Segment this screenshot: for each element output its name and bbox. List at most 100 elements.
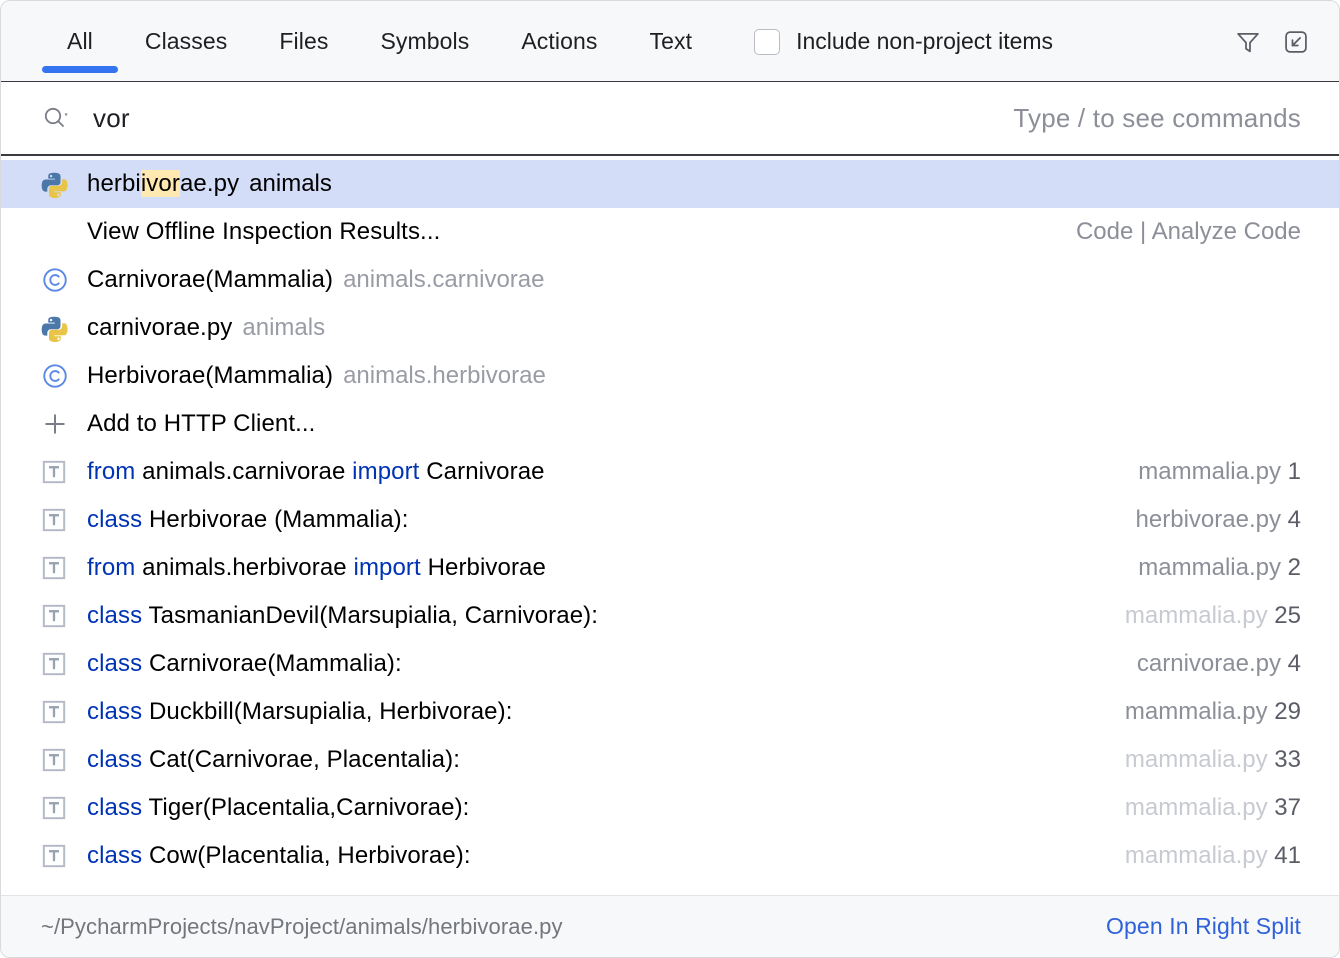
text-segment: Cow(Placentalia, Herbivorae): bbox=[142, 842, 470, 869]
text-segment: Tiger(Placentalia,Carnivorae): bbox=[142, 794, 469, 821]
tab-text[interactable]: Text bbox=[623, 1, 718, 81]
location-file-name: mammalia.py bbox=[1125, 746, 1268, 773]
result-location: mammalia.py 2 bbox=[1108, 554, 1301, 582]
location-line-number: 29 bbox=[1274, 698, 1301, 725]
text-segment: carnivorae.py bbox=[87, 314, 232, 341]
tab-actions[interactable]: Actions bbox=[495, 1, 623, 81]
text-segment: Herbivorae (Mammalia): bbox=[142, 506, 408, 533]
class-icon bbox=[41, 361, 71, 391]
search-commands-hint: Type / to see commands bbox=[1013, 103, 1301, 134]
location-line-number: 4 bbox=[1288, 650, 1301, 677]
location-file-name: carnivorae.py bbox=[1137, 650, 1281, 677]
filter-icon[interactable] bbox=[1233, 27, 1263, 57]
location-line-number: 4 bbox=[1288, 506, 1301, 533]
text-segment: Herbivorae bbox=[421, 554, 546, 581]
location-file-name: mammalia.py bbox=[1125, 698, 1268, 725]
location-line-number: 25 bbox=[1274, 602, 1301, 629]
result-row[interactable]: Carnivorae(Mammalia) animals.carnivorae bbox=[1, 256, 1339, 304]
tab-classes[interactable]: Classes bbox=[119, 1, 254, 81]
search-input[interactable]: vor bbox=[93, 103, 130, 134]
result-row[interactable]: herbiivorae.pyanimals bbox=[1, 160, 1339, 208]
tab-label: Files bbox=[279, 28, 328, 55]
result-row[interactable]: from animals.carnivorae import Carnivora… bbox=[1, 448, 1339, 496]
tab-label: All bbox=[67, 28, 93, 55]
location-line-number: 2 bbox=[1288, 554, 1301, 581]
code-keyword: class bbox=[87, 698, 142, 725]
text-match-icon bbox=[41, 745, 71, 775]
toolbar-icons bbox=[1233, 1, 1321, 82]
text-segment: ae.py bbox=[180, 170, 239, 197]
plus-icon bbox=[41, 409, 71, 439]
code-keyword: from bbox=[87, 458, 135, 485]
location-line-number: 37 bbox=[1274, 794, 1301, 821]
tab-label: Actions bbox=[521, 28, 597, 55]
code-keyword: class bbox=[87, 794, 142, 821]
result-row[interactable]: Add to HTTP Client... bbox=[1, 400, 1339, 448]
text-match-icon bbox=[41, 601, 71, 631]
location-line-number: 33 bbox=[1274, 746, 1301, 773]
tab-list: All Classes Files Symbols Actions Text bbox=[41, 1, 718, 81]
search-bar[interactable]: vor Type / to see commands bbox=[1, 82, 1339, 156]
result-row[interactable]: View Offline Inspection Results... Code |… bbox=[1, 208, 1339, 256]
result-primary-text: Add to HTTP Client... bbox=[87, 410, 315, 438]
tab-all[interactable]: All bbox=[41, 1, 119, 81]
result-row[interactable]: class Herbivorae (Mammalia): herbivorae.p… bbox=[1, 496, 1339, 544]
location-line-number: 41 bbox=[1274, 842, 1301, 869]
text-segment: animals.carnivorae bbox=[135, 458, 352, 485]
result-row[interactable]: class Tiger(Placentalia,Carnivorae): mamm… bbox=[1, 784, 1339, 832]
result-location: Code | Analyze Code bbox=[1046, 218, 1301, 246]
result-row[interactable]: class TasmanianDevil(Marsupialia, Carniv… bbox=[1, 592, 1339, 640]
code-keyword: class bbox=[87, 506, 142, 533]
result-row[interactable]: class Cow(Placentalia, Herbivorae):mamma… bbox=[1, 832, 1339, 880]
text-segment: View Offline Inspection Results... bbox=[87, 218, 440, 245]
class-icon bbox=[41, 265, 71, 295]
open-in-right-split-button[interactable]: Open In Right Split bbox=[1106, 913, 1301, 940]
include-non-project-items-control[interactable]: Include non-project items bbox=[754, 1, 1053, 82]
location-file-name: mammalia.py bbox=[1138, 458, 1281, 485]
result-row[interactable]: class Duckbill(Marsupialia, Herbivorae):… bbox=[1, 688, 1339, 736]
code-keyword: import bbox=[354, 554, 421, 581]
text-segment: TasmanianDevil(Marsupialia, Carnivorae): bbox=[142, 602, 598, 629]
code-keyword: class bbox=[87, 746, 142, 773]
result-location: mammalia.py 33 bbox=[1095, 746, 1301, 774]
tab-bar: All Classes Files Symbols Actions Text Includ… bbox=[1, 1, 1339, 82]
result-row[interactable]: class Cat(Carnivorae, Placentalia): mamma… bbox=[1, 736, 1339, 784]
result-primary-text: herbiivorae.py bbox=[87, 170, 239, 198]
selected-item-path: ~/PycharmProjects/navProject/animals/her… bbox=[41, 914, 563, 940]
tab-label: Symbols bbox=[380, 28, 469, 55]
text-segment: Cat(Carnivorae, Placentalia): bbox=[142, 746, 460, 773]
result-secondary-text: animals.carnivorae bbox=[343, 266, 544, 294]
result-row[interactable]: from animals.herbivorae import Herbivora… bbox=[1, 544, 1339, 592]
result-location: mammalia.py 37 bbox=[1095, 794, 1301, 822]
location-file-name: mammalia.py bbox=[1125, 602, 1268, 629]
text-segment: herbi bbox=[87, 170, 141, 197]
python-file-icon bbox=[41, 313, 71, 343]
results-list[interactable]: herbiivorae.pyanimalsView Offline Inspec… bbox=[1, 156, 1339, 895]
location-line-number: 1 bbox=[1288, 458, 1301, 485]
result-row[interactable]: Herbivorae(Mammalia)animals.herbivorae bbox=[1, 352, 1339, 400]
tab-symbols[interactable]: Symbols bbox=[354, 1, 495, 81]
result-primary-text: class Carnivorae(Mammalia): bbox=[87, 650, 402, 678]
include-non-project-items-label: Include non-project items bbox=[796, 28, 1053, 55]
result-location: herbivorae.py 4 bbox=[1106, 506, 1301, 534]
result-row[interactable]: class Carnivorae(Mammalia): carnivorae.py… bbox=[1, 640, 1339, 688]
text-segment: Carnivorae(Mammalia) bbox=[87, 266, 333, 293]
result-primary-text: class Cow(Placentalia, Herbivorae): bbox=[87, 842, 471, 870]
tab-files[interactable]: Files bbox=[253, 1, 354, 81]
open-in-split-icon[interactable] bbox=[1281, 27, 1311, 57]
search-icon[interactable] bbox=[41, 103, 75, 133]
result-primary-text: class Herbivorae (Mammalia): bbox=[87, 506, 409, 534]
search-everywhere-dialog: All Classes Files Symbols Actions Text Includ… bbox=[0, 0, 1340, 958]
text-match-icon bbox=[41, 841, 71, 871]
result-row[interactable]: carnivorae.pyanimals bbox=[1, 304, 1339, 352]
result-secondary-text: animals.herbivorae bbox=[343, 362, 546, 390]
code-keyword: class bbox=[87, 650, 142, 677]
text-match-icon bbox=[41, 697, 71, 727]
result-location: mammalia.py 1 bbox=[1108, 458, 1301, 486]
location-file-name: mammalia.py bbox=[1125, 794, 1268, 821]
result-primary-text: class Duckbill(Marsupialia, Herbivorae): bbox=[87, 698, 512, 726]
tab-label: Text bbox=[649, 28, 692, 55]
code-keyword: import bbox=[352, 458, 419, 485]
include-non-project-items-checkbox[interactable] bbox=[754, 29, 780, 55]
result-primary-text: from animals.carnivorae import Carnivora… bbox=[87, 458, 545, 486]
